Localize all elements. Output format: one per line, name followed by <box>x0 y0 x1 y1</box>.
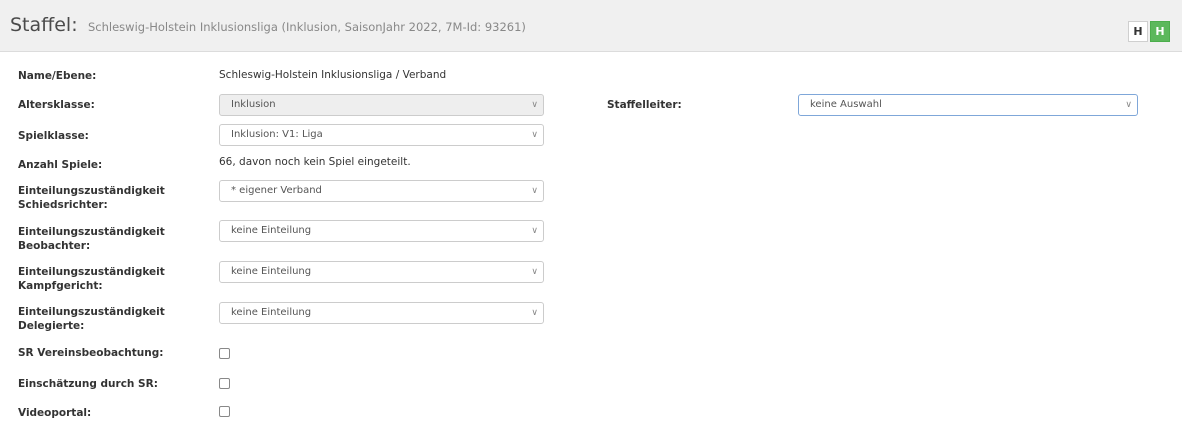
anzahl-spiele-value: 66, davon noch kein Spiel eingeteilt. <box>219 156 411 168</box>
ez-kampfgericht-select[interactable]: keine Einteilung ∨ <box>219 261 544 283</box>
ez-kampfgericht-label-line1: Einteilungszuständigkeit <box>18 266 165 278</box>
page-title: Staffel: <box>10 14 78 36</box>
chevron-down-icon: ∨ <box>531 226 538 236</box>
page-header: Staffel: Schleswig-Holstein Inklusionsli… <box>0 0 1182 52</box>
ez-kampfgericht-label-line2: Kampfgericht: <box>18 280 103 292</box>
videoportal-label: Videoportal: <box>18 407 92 419</box>
chevron-down-icon: ∨ <box>531 186 538 196</box>
ez-beobachter-select[interactable]: keine Einteilung ∨ <box>219 220 544 242</box>
chevron-down-icon: ∨ <box>531 267 538 277</box>
name-label: Name/Ebene: <box>18 70 97 82</box>
chevron-down-icon: ∨ <box>1125 100 1132 110</box>
spielklasse-select[interactable]: Inklusion: V1: Liga ∨ <box>219 124 544 146</box>
ez-beobachter-label: Einteilungszuständigkeit Beobachter: <box>18 225 203 253</box>
ez-schiedsrichter-label: Einteilungszuständigkeit Schiedsrichter: <box>18 184 203 212</box>
ez-beobachter-label-line2: Beobachter: <box>18 240 91 252</box>
chevron-down-icon: ∨ <box>531 100 538 110</box>
spielklasse-select-value: Inklusion: V1: Liga <box>231 129 323 140</box>
ez-delegierte-select[interactable]: keine Einteilung ∨ <box>219 302 544 324</box>
einschaetzung-checkbox[interactable] <box>219 378 230 389</box>
name-value: Schleswig-Holstein Inklusionsliga / Verb… <box>219 69 447 81</box>
ez-delegierte-label: Einteilungszuständigkeit Delegierte: <box>18 305 203 333</box>
ez-schiedsrichter-label-line2: Schiedsrichter: <box>18 199 108 211</box>
header-button-green[interactable]: H <box>1150 21 1170 42</box>
sr-vereinsbeobachtung-checkbox[interactable] <box>219 348 230 359</box>
ez-delegierte-select-value: keine Einteilung <box>231 307 312 318</box>
header-button-white[interactable]: H <box>1128 21 1148 42</box>
altersklasse-label: Altersklasse: <box>18 99 95 111</box>
staffelleiter-select[interactable]: keine Auswahl ∨ <box>798 94 1138 116</box>
ez-schiedsrichter-label-line1: Einteilungszuständigkeit <box>18 185 165 197</box>
altersklasse-select[interactable]: Inklusion ∨ <box>219 94 544 116</box>
sr-vereinsbeobachtung-label: SR Vereinsbeobachtung: <box>18 347 164 359</box>
ez-beobachter-label-line1: Einteilungszuständigkeit <box>18 226 165 238</box>
ez-kampfgericht-select-value: keine Einteilung <box>231 266 312 277</box>
ez-kampfgericht-label: Einteilungszuständigkeit Kampfgericht: <box>18 265 203 293</box>
ez-delegierte-label-line1: Einteilungszuständigkeit <box>18 306 165 318</box>
chevron-down-icon: ∨ <box>531 130 538 140</box>
anzahl-spiele-label: Anzahl Spiele: <box>18 159 103 171</box>
staffelleiter-label: Staffelleiter: <box>607 99 682 111</box>
ez-beobachter-select-value: keine Einteilung <box>231 225 312 236</box>
ez-delegierte-label-line2: Delegierte: <box>18 320 85 332</box>
spielklasse-label: Spielklasse: <box>18 130 89 142</box>
ez-schiedsrichter-select-value: * eigener Verband <box>231 185 322 196</box>
einschaetzung-label: Einschätzung durch SR: <box>18 378 158 390</box>
ez-schiedsrichter-select[interactable]: * eigener Verband ∨ <box>219 180 544 202</box>
videoportal-checkbox[interactable] <box>219 406 230 417</box>
chevron-down-icon: ∨ <box>531 308 538 318</box>
altersklasse-select-value: Inklusion <box>231 99 276 110</box>
page-subtitle: Schleswig-Holstein Inklusionsliga (Inklu… <box>88 20 526 34</box>
staffelleiter-select-value: keine Auswahl <box>810 99 882 110</box>
